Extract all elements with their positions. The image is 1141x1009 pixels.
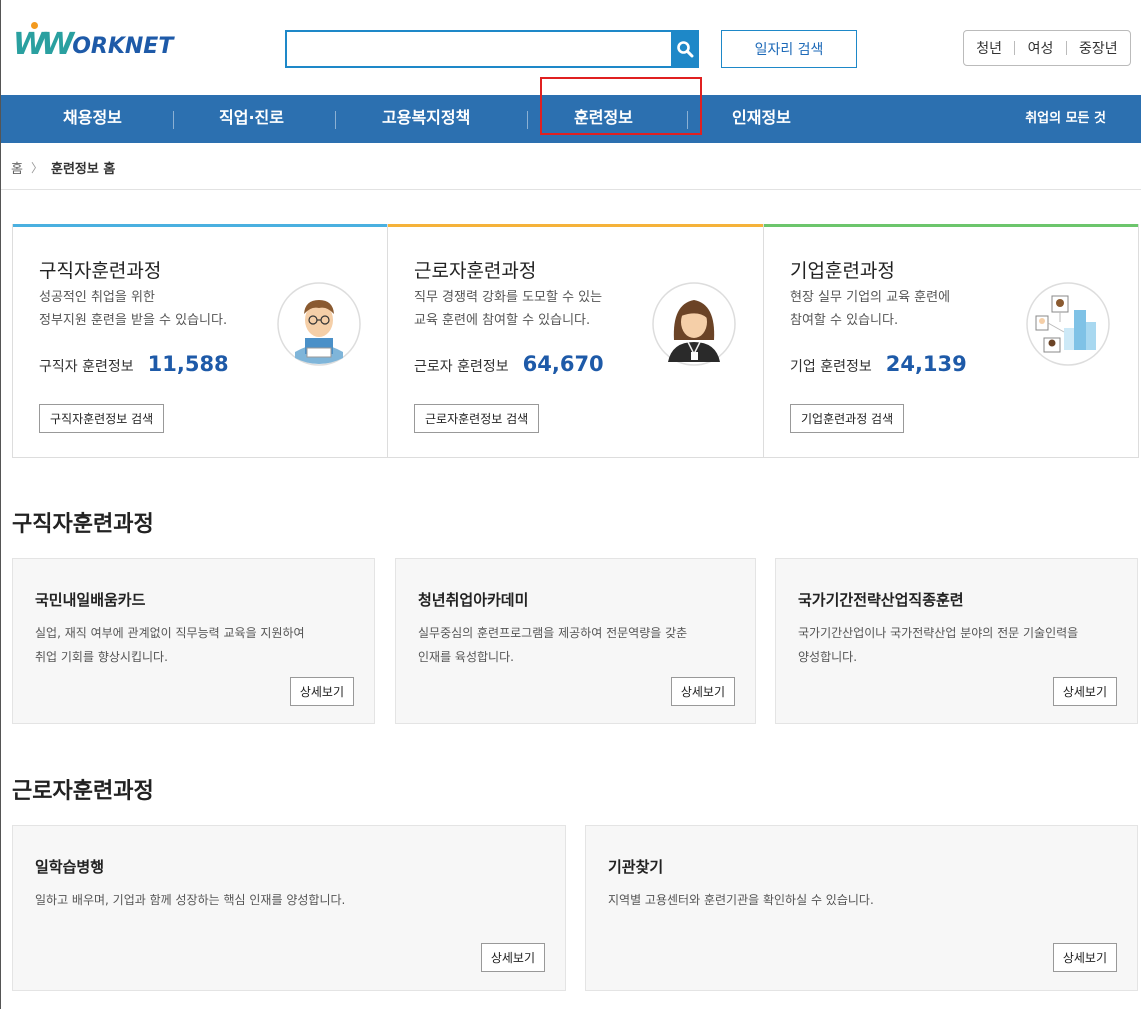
program-description: 지역별 고용센터와 훈련기관을 확인하실 수 있습니다. bbox=[608, 893, 874, 907]
breadcrumb: 홈 〉 훈련정보 홈 bbox=[11, 158, 115, 177]
card-description: 직무 경쟁력 강화를 도모할 수 있는 교육 훈련에 참여할 수 있습니다. bbox=[414, 290, 603, 328]
search-box bbox=[285, 30, 699, 68]
card-title: 근로자훈련과정 bbox=[414, 260, 537, 282]
stat-count: 64,670 bbox=[522, 352, 604, 376]
section-title-worker: 근로자훈련과정 bbox=[12, 779, 154, 804]
logo-mark: WW bbox=[13, 22, 74, 60]
jobseeker-training-search-button[interactable]: 구직자훈련정보 검색 bbox=[39, 404, 165, 433]
search-input[interactable] bbox=[287, 32, 699, 66]
search-icon bbox=[677, 41, 694, 58]
program-description: 국가기간산업이나 국가전략산업 분야의 전문 기술인력을 양성합니다. bbox=[798, 626, 1079, 664]
detail-button[interactable]: 상세보기 bbox=[480, 943, 545, 972]
quick-link-youth[interactable]: 청년 bbox=[976, 38, 1002, 58]
program-title: 국민내일배움카드 bbox=[35, 591, 146, 609]
program-card-youth-academy: 청년취업아카데미 실무중심의 훈련프로그램을 제공하여 전문역량을 갖춘 인재를… bbox=[395, 558, 756, 724]
program-card-national-strategic-industry: 국가기간전략산업직종훈련 국가기간산업이나 국가전략산업 분야의 전문 기술인력… bbox=[775, 558, 1138, 724]
detail-button[interactable]: 상세보기 bbox=[1052, 677, 1117, 706]
stat-count: 11,588 bbox=[147, 352, 229, 376]
program-title: 일학습병행 bbox=[35, 858, 105, 876]
woman-avatar-icon bbox=[652, 282, 736, 366]
program-title: 청년취업아카데미 bbox=[418, 591, 529, 609]
card-description: 현장 실무 기업의 교육 훈련에 참여할 수 있습니다. bbox=[790, 290, 951, 328]
nav-item-welfare-policy[interactable]: 고용복지정책 bbox=[382, 95, 470, 143]
section-title-jobseeker: 구직자훈련과정 bbox=[12, 512, 154, 537]
breadcrumb-current: 훈련정보 홈 bbox=[50, 162, 116, 177]
card-company-training: 기업훈련과정 현장 실무 기업의 교육 훈련에 참여할 수 있습니다. 기업 훈… bbox=[764, 224, 1138, 457]
worker-training-search-button[interactable]: 근로자훈련정보 검색 bbox=[414, 404, 540, 433]
program-description: 일하고 배우며, 기업과 함께 성장하는 핵심 인재를 양성합니다. bbox=[35, 893, 346, 907]
detail-button[interactable]: 상세보기 bbox=[289, 677, 354, 706]
job-search-button[interactable]: 일자리 검색 bbox=[721, 30, 857, 68]
program-title: 기관찾기 bbox=[608, 858, 664, 876]
card-stat: 구직자 훈련정보 11,588 bbox=[39, 352, 229, 376]
building-network-icon bbox=[1026, 282, 1110, 366]
quick-link-women[interactable]: 여성 bbox=[1028, 38, 1054, 58]
chevron-right-icon: 〉 bbox=[30, 161, 43, 175]
card-description: 성공적인 취업을 위한 정부지원 훈련을 받을 수 있습니다. bbox=[39, 290, 228, 328]
card-jobseeker-training: 구직자훈련과정 성공적인 취업을 위한 정부지원 훈련을 받을 수 있습니다. … bbox=[13, 224, 388, 457]
program-description: 실업, 재직 여부에 관계없이 직무능력 교육을 지원하여 취업 기회를 향상시… bbox=[35, 626, 305, 664]
card-worker-training: 근로자훈련과정 직무 경쟁력 강화를 도모할 수 있는 교육 훈련에 참여할 수… bbox=[388, 224, 764, 457]
program-card-work-study: 일학습병행 일하고 배우며, 기업과 함께 성장하는 핵심 인재를 양성합니다.… bbox=[12, 825, 566, 991]
program-card-find-institution: 기관찾기 지역별 고용센터와 훈련기관을 확인하실 수 있습니다. 상세보기 bbox=[585, 825, 1138, 991]
page: WW ORKNET 일자리 검색 청년 여성 중장년 채용정보 직업·진로 고용… bbox=[0, 0, 1141, 1009]
quick-link-middle-aged[interactable]: 중장년 bbox=[1079, 38, 1118, 58]
card-stat: 기업 훈련정보 24,139 bbox=[790, 352, 967, 376]
company-training-search-button[interactable]: 기업훈련과정 검색 bbox=[790, 404, 905, 433]
card-title: 구직자훈련과정 bbox=[39, 260, 162, 282]
card-title: 기업훈련과정 bbox=[790, 260, 895, 282]
program-title: 국가기간전략산업직종훈련 bbox=[798, 591, 964, 609]
man-avatar-icon bbox=[277, 282, 361, 366]
nav-item-talent-info[interactable]: 인재정보 bbox=[732, 95, 791, 143]
nav-item-job-info[interactable]: 채용정보 bbox=[63, 95, 122, 143]
detail-button[interactable]: 상세보기 bbox=[1052, 943, 1117, 972]
breadcrumb-home[interactable]: 홈 bbox=[11, 158, 23, 177]
detail-button[interactable]: 상세보기 bbox=[670, 677, 735, 706]
search-button[interactable] bbox=[671, 30, 699, 68]
worknet-logo[interactable]: WW ORKNET bbox=[13, 22, 174, 60]
quick-links: 청년 여성 중장년 bbox=[963, 30, 1131, 66]
program-card-national-learning-card: 국민내일배움카드 실업, 재직 여부에 관계없이 직무능력 교육을 지원하여 취… bbox=[12, 558, 375, 724]
program-description: 실무중심의 훈련프로그램을 제공하여 전문역량을 갖춘 인재를 육성합니다. bbox=[418, 626, 688, 664]
stat-count: 24,139 bbox=[885, 352, 967, 376]
highlight-box bbox=[540, 77, 702, 135]
training-summary-cards: 구직자훈련과정 성공적인 취업을 위한 정부지원 훈련을 받을 수 있습니다. … bbox=[12, 224, 1139, 458]
nav-all-employment[interactable]: 취업의 모든 것 bbox=[1025, 95, 1106, 143]
nav-item-career[interactable]: 직업·진로 bbox=[219, 95, 284, 143]
card-stat: 근로자 훈련정보 64,670 bbox=[414, 352, 604, 376]
logo-text: ORKNET bbox=[72, 34, 174, 59]
